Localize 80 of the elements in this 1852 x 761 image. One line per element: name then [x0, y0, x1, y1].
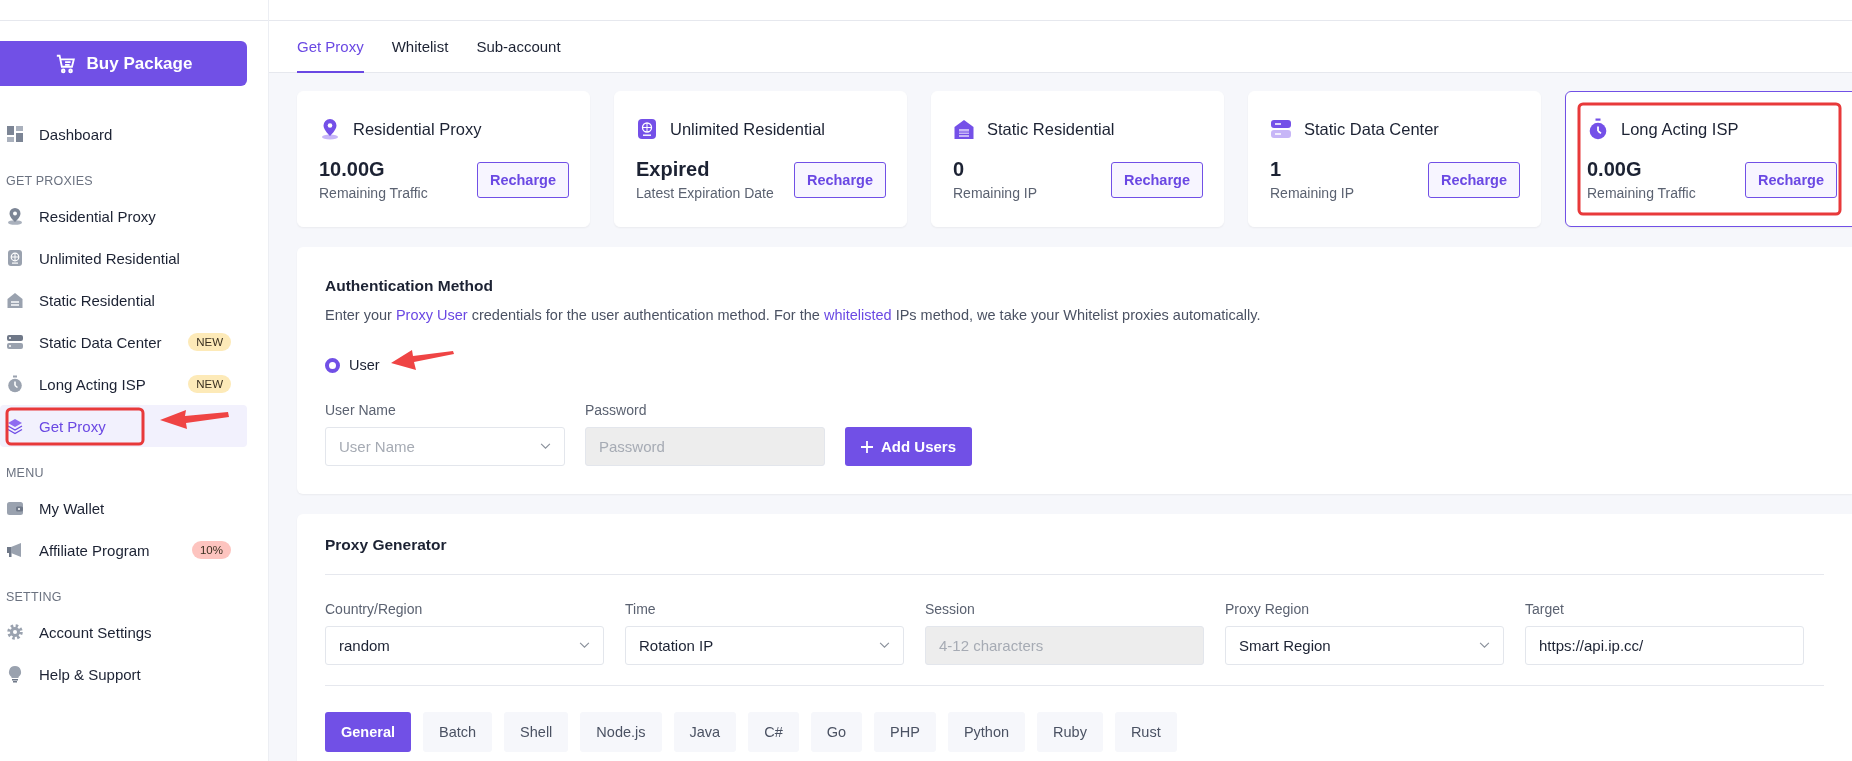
language-tab[interactable]: Node.js — [580, 712, 662, 752]
recharge-button[interactable]: Recharge — [476, 161, 569, 198]
badge: NEW — [188, 333, 231, 351]
language-tab[interactable]: Ruby — [1037, 712, 1103, 752]
sidebar-item-label: Account Settings — [39, 623, 152, 641]
sidebar-item-label: Get Proxy — [39, 417, 106, 435]
sidebar-item-label: Long Acting ISP — [39, 375, 146, 393]
sidebar-item-label: Residential Proxy — [39, 207, 156, 225]
buy-package-button[interactable]: Buy Package — [0, 41, 247, 86]
language-tab[interactable]: Java — [673, 712, 737, 752]
card-caption: Remaining Traffic — [1587, 185, 1696, 201]
sidebar-item[interactable]: Dashboard — [0, 113, 247, 155]
text-link[interactable]: Proxy User — [395, 307, 468, 323]
language-tab[interactable]: Rust — [1114, 712, 1177, 752]
section-heading: GET PROXIES — [5, 173, 94, 190]
card-title: Residential Proxy — [353, 119, 482, 139]
tab[interactable]: Get Proxy — [297, 21, 364, 73]
tab[interactable]: Whitelist — [391, 21, 449, 73]
card-title: Long Acting ISP — [1621, 119, 1739, 139]
field-label: User Name — [325, 402, 397, 418]
select-field[interactable]: Smart Region — [1225, 626, 1504, 665]
sidebar-item[interactable]: Residential Proxy — [0, 195, 247, 237]
sidebar-item-label: Help & Support — [39, 665, 141, 683]
language-tab[interactable]: PHP — [874, 712, 936, 752]
sidebar-item-label: My Wallet — [39, 499, 105, 517]
language-tab[interactable]: Python — [947, 712, 1026, 752]
card-value: 1 — [1270, 158, 1283, 181]
badge: NEW — [188, 375, 231, 393]
radio-label: User — [349, 357, 380, 373]
sidebar-item[interactable]: Account Settings — [0, 611, 247, 653]
card-caption: Latest Expiration Date — [636, 185, 774, 201]
language-tab[interactable]: Shell — [504, 712, 569, 752]
section-heading: MENU — [5, 465, 45, 482]
sidebar-item[interactable]: Static Data Center NEW — [0, 321, 247, 363]
sidebar-item[interactable]: Unlimited Residential — [0, 237, 247, 279]
sidebar-item-label: Dashboard — [39, 125, 113, 143]
recharge-button[interactable]: Recharge — [1744, 161, 1837, 198]
description-text: Enter your Proxy User credentials for the user authentication method. For the whitelisted IPs method, we take your Whitelist proxies automatically. — [325, 307, 1262, 323]
sidebar-item[interactable]: Long Acting ISP NEW — [0, 363, 247, 405]
language-tab[interactable]: Batch — [423, 712, 493, 752]
card-caption: Remaining IP — [1270, 185, 1355, 201]
section-title: Authentication Method — [325, 277, 494, 295]
card-caption: Remaining IP — [953, 185, 1038, 201]
field-label: Session — [925, 601, 976, 617]
field-label: Time — [625, 601, 657, 617]
input-field[interactable]: https://api.ip.cc/ — [1525, 626, 1804, 665]
card-caption: Remaining Traffic — [319, 185, 428, 201]
section-heading: SETTING — [5, 589, 63, 606]
sidebar-item-label: Unlimited Residential — [39, 249, 180, 267]
select-field[interactable]: Rotation IP — [625, 626, 904, 665]
card-title: Static Residential — [987, 119, 1115, 139]
field-label: Password — [585, 402, 648, 418]
recharge-button[interactable]: Recharge — [793, 161, 886, 198]
recharge-button[interactable]: Recharge — [1427, 161, 1520, 198]
field-label: Proxy Region — [1225, 601, 1311, 617]
tab[interactable]: Sub-account — [476, 21, 561, 73]
sidebar-item[interactable]: My Wallet — [0, 487, 247, 529]
card-title: Unlimited Residential — [670, 119, 825, 139]
field-label: Target — [1525, 601, 1565, 617]
sidebar-item[interactable]: Static Residential — [0, 279, 247, 321]
recharge-button[interactable]: Recharge — [1110, 161, 1203, 198]
card-value: 0 — [953, 158, 966, 181]
card-value: 10.00G — [319, 158, 386, 181]
language-tab[interactable]: C# — [748, 712, 799, 752]
card-value: Expired — [636, 158, 711, 181]
card-value: 0.00G — [1587, 158, 1643, 181]
badge: 10% — [191, 541, 231, 559]
text-link[interactable]: whitelisted — [823, 307, 892, 323]
sidebar-item-label: Static Data Center — [39, 333, 162, 351]
sidebar-item[interactable]: Affiliate Program 10% — [0, 529, 247, 571]
field-label: Country/Region — [325, 601, 424, 617]
sidebar-item-label: Static Residential — [39, 291, 155, 309]
add-users-button[interactable]: Add Users — [845, 427, 973, 466]
section-title: Proxy Generator — [325, 536, 448, 554]
select-field[interactable]: random — [325, 626, 604, 665]
sidebar-item-label: Affiliate Program — [39, 541, 150, 559]
card-title: Static Data Center — [1304, 119, 1439, 139]
language-tab[interactable]: Go — [810, 712, 863, 752]
language-tab[interactable]: General — [325, 712, 411, 752]
sidebar-item[interactable]: Help & Support — [0, 653, 247, 695]
